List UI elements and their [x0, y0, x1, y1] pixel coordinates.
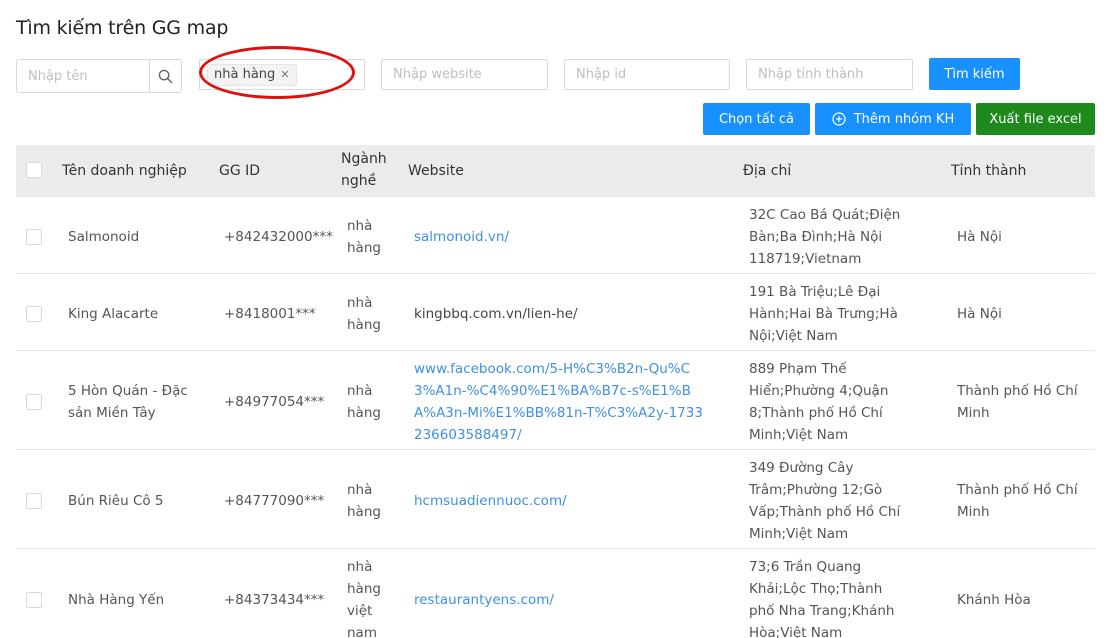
- page-title: Tìm kiếm trên GG map: [16, 17, 229, 39]
- table-row[interactable]: Bún Riêu Cô 5 +84777090*** nhà hàng hcms…: [16, 450, 1095, 549]
- search-icon: [158, 69, 173, 83]
- row-checkbox[interactable]: [26, 229, 42, 245]
- table-header: Tên doanh nghiệp GG ID Ngành nghề Websit…: [16, 145, 1095, 197]
- table-row[interactable]: Salmonoid +842432000*** nhà hàng salmono…: [16, 197, 1095, 274]
- industry: nhà hàng: [347, 295, 381, 333]
- gg-id: +842432000***: [224, 229, 333, 245]
- address: 889 Phạm Thế Hiển;Phường 4;Quận 8;Thành …: [749, 361, 889, 443]
- industry: nhà hàng: [347, 383, 381, 421]
- province: Hà Nội: [957, 229, 1002, 245]
- province: Hà Nội: [957, 306, 1002, 322]
- add-group-label: Thêm nhóm KH: [853, 111, 955, 127]
- search-button[interactable]: Tìm kiếm: [929, 58, 1020, 90]
- company-name: Nhà Hàng Yến: [68, 592, 165, 608]
- gg-id: +8418001***: [224, 306, 316, 322]
- address: 191 Bà Triệu;Lê Đại Hành;Hai Bà Trưng;Hà…: [749, 284, 898, 344]
- results-table: Tên doanh nghiệp GG ID Ngành nghề Websit…: [16, 145, 1095, 638]
- industry: nhà hàng: [347, 218, 381, 256]
- address: 349 Đường Cây Trâm;Phường 12;Gò Vấp;Thàn…: [749, 460, 901, 542]
- industry: nhà hàng việt nam: [347, 559, 381, 638]
- province: Thành phố Hồ Chí Minh: [957, 383, 1078, 421]
- province: Thành phố Hồ Chí Minh: [957, 482, 1078, 520]
- website-link[interactable]: www.facebook.com/5-H%C3%B2n-Qu%C3%A1n-%C…: [414, 358, 704, 446]
- column-header-website: Website: [408, 163, 464, 179]
- column-header-gg-id: GG ID: [219, 163, 261, 179]
- name-search-button[interactable]: [149, 60, 181, 92]
- export-excel-label: Xuất file excel: [989, 111, 1082, 127]
- company-name: Salmonoid: [68, 229, 140, 245]
- address: 73;6 Trần Quang Khải;Lộc Thọ;Thành phố N…: [749, 559, 895, 638]
- website-input[interactable]: [381, 59, 548, 90]
- province: Khánh Hòa: [957, 592, 1031, 608]
- id-input[interactable]: [564, 59, 730, 90]
- province-input[interactable]: [746, 59, 913, 90]
- website-link[interactable]: restaurantyens.com/: [414, 589, 704, 611]
- gg-id: +84777090***: [224, 493, 325, 509]
- gg-id: +84977054***: [224, 394, 325, 410]
- select-all-label: Chọn tất cả: [718, 111, 795, 127]
- website-link[interactable]: salmonoid.vn/: [414, 226, 704, 248]
- column-header-name: Tên doanh nghiệp: [62, 163, 187, 179]
- add-group-button[interactable]: Thêm nhóm KH: [815, 103, 971, 135]
- company-name: 5 Hòn Quán - Đặc sản Miền Tây: [68, 383, 188, 421]
- table-row[interactable]: Nhà Hàng Yến +84373434*** nhà hàng việt …: [16, 549, 1095, 638]
- industry: nhà hàng: [347, 482, 381, 520]
- plus-circle-icon: [832, 112, 846, 126]
- row-checkbox[interactable]: [26, 306, 42, 322]
- company-name: King Alacarte: [68, 306, 159, 322]
- name-search-input[interactable]: [17, 60, 149, 92]
- select-all-button[interactable]: Chọn tất cả: [703, 103, 810, 135]
- website-link[interactable]: hcmsuadiennuoc.com/: [414, 490, 704, 512]
- table-row[interactable]: King Alacarte +8418001*** nhà hàng kingb…: [16, 274, 1095, 351]
- industry-tag-label: nhà hàng: [214, 67, 276, 82]
- close-icon[interactable]: ✕: [280, 65, 289, 85]
- column-header-province: Tỉnh thành: [951, 163, 1027, 179]
- row-checkbox[interactable]: [26, 394, 42, 410]
- column-header-address: Địa chỉ: [743, 163, 792, 179]
- address: 32C Cao Bá Quát;Điện Bàn;Ba Đình;Hà Nội …: [749, 207, 901, 267]
- row-checkbox[interactable]: [26, 493, 42, 509]
- row-checkbox[interactable]: [26, 592, 42, 608]
- select-all-checkbox[interactable]: [26, 162, 42, 178]
- website-text: kingbbq.com.vn/lien-he/: [414, 306, 578, 322]
- table-row[interactable]: 5 Hòn Quán - Đặc sản Miền Tây +84977054*…: [16, 351, 1095, 450]
- search-button-label: Tìm kiếm: [944, 66, 1005, 82]
- industry-tag-select[interactable]: nhà hàng ✕: [199, 59, 365, 90]
- company-name: Bún Riêu Cô 5: [68, 493, 164, 509]
- industry-tag: nhà hàng ✕: [207, 64, 297, 86]
- gg-id: +84373434***: [224, 592, 325, 608]
- name-search-group: [16, 59, 182, 93]
- export-excel-button[interactable]: Xuất file excel: [976, 103, 1095, 135]
- column-header-industry: Ngành nghề: [341, 151, 387, 189]
